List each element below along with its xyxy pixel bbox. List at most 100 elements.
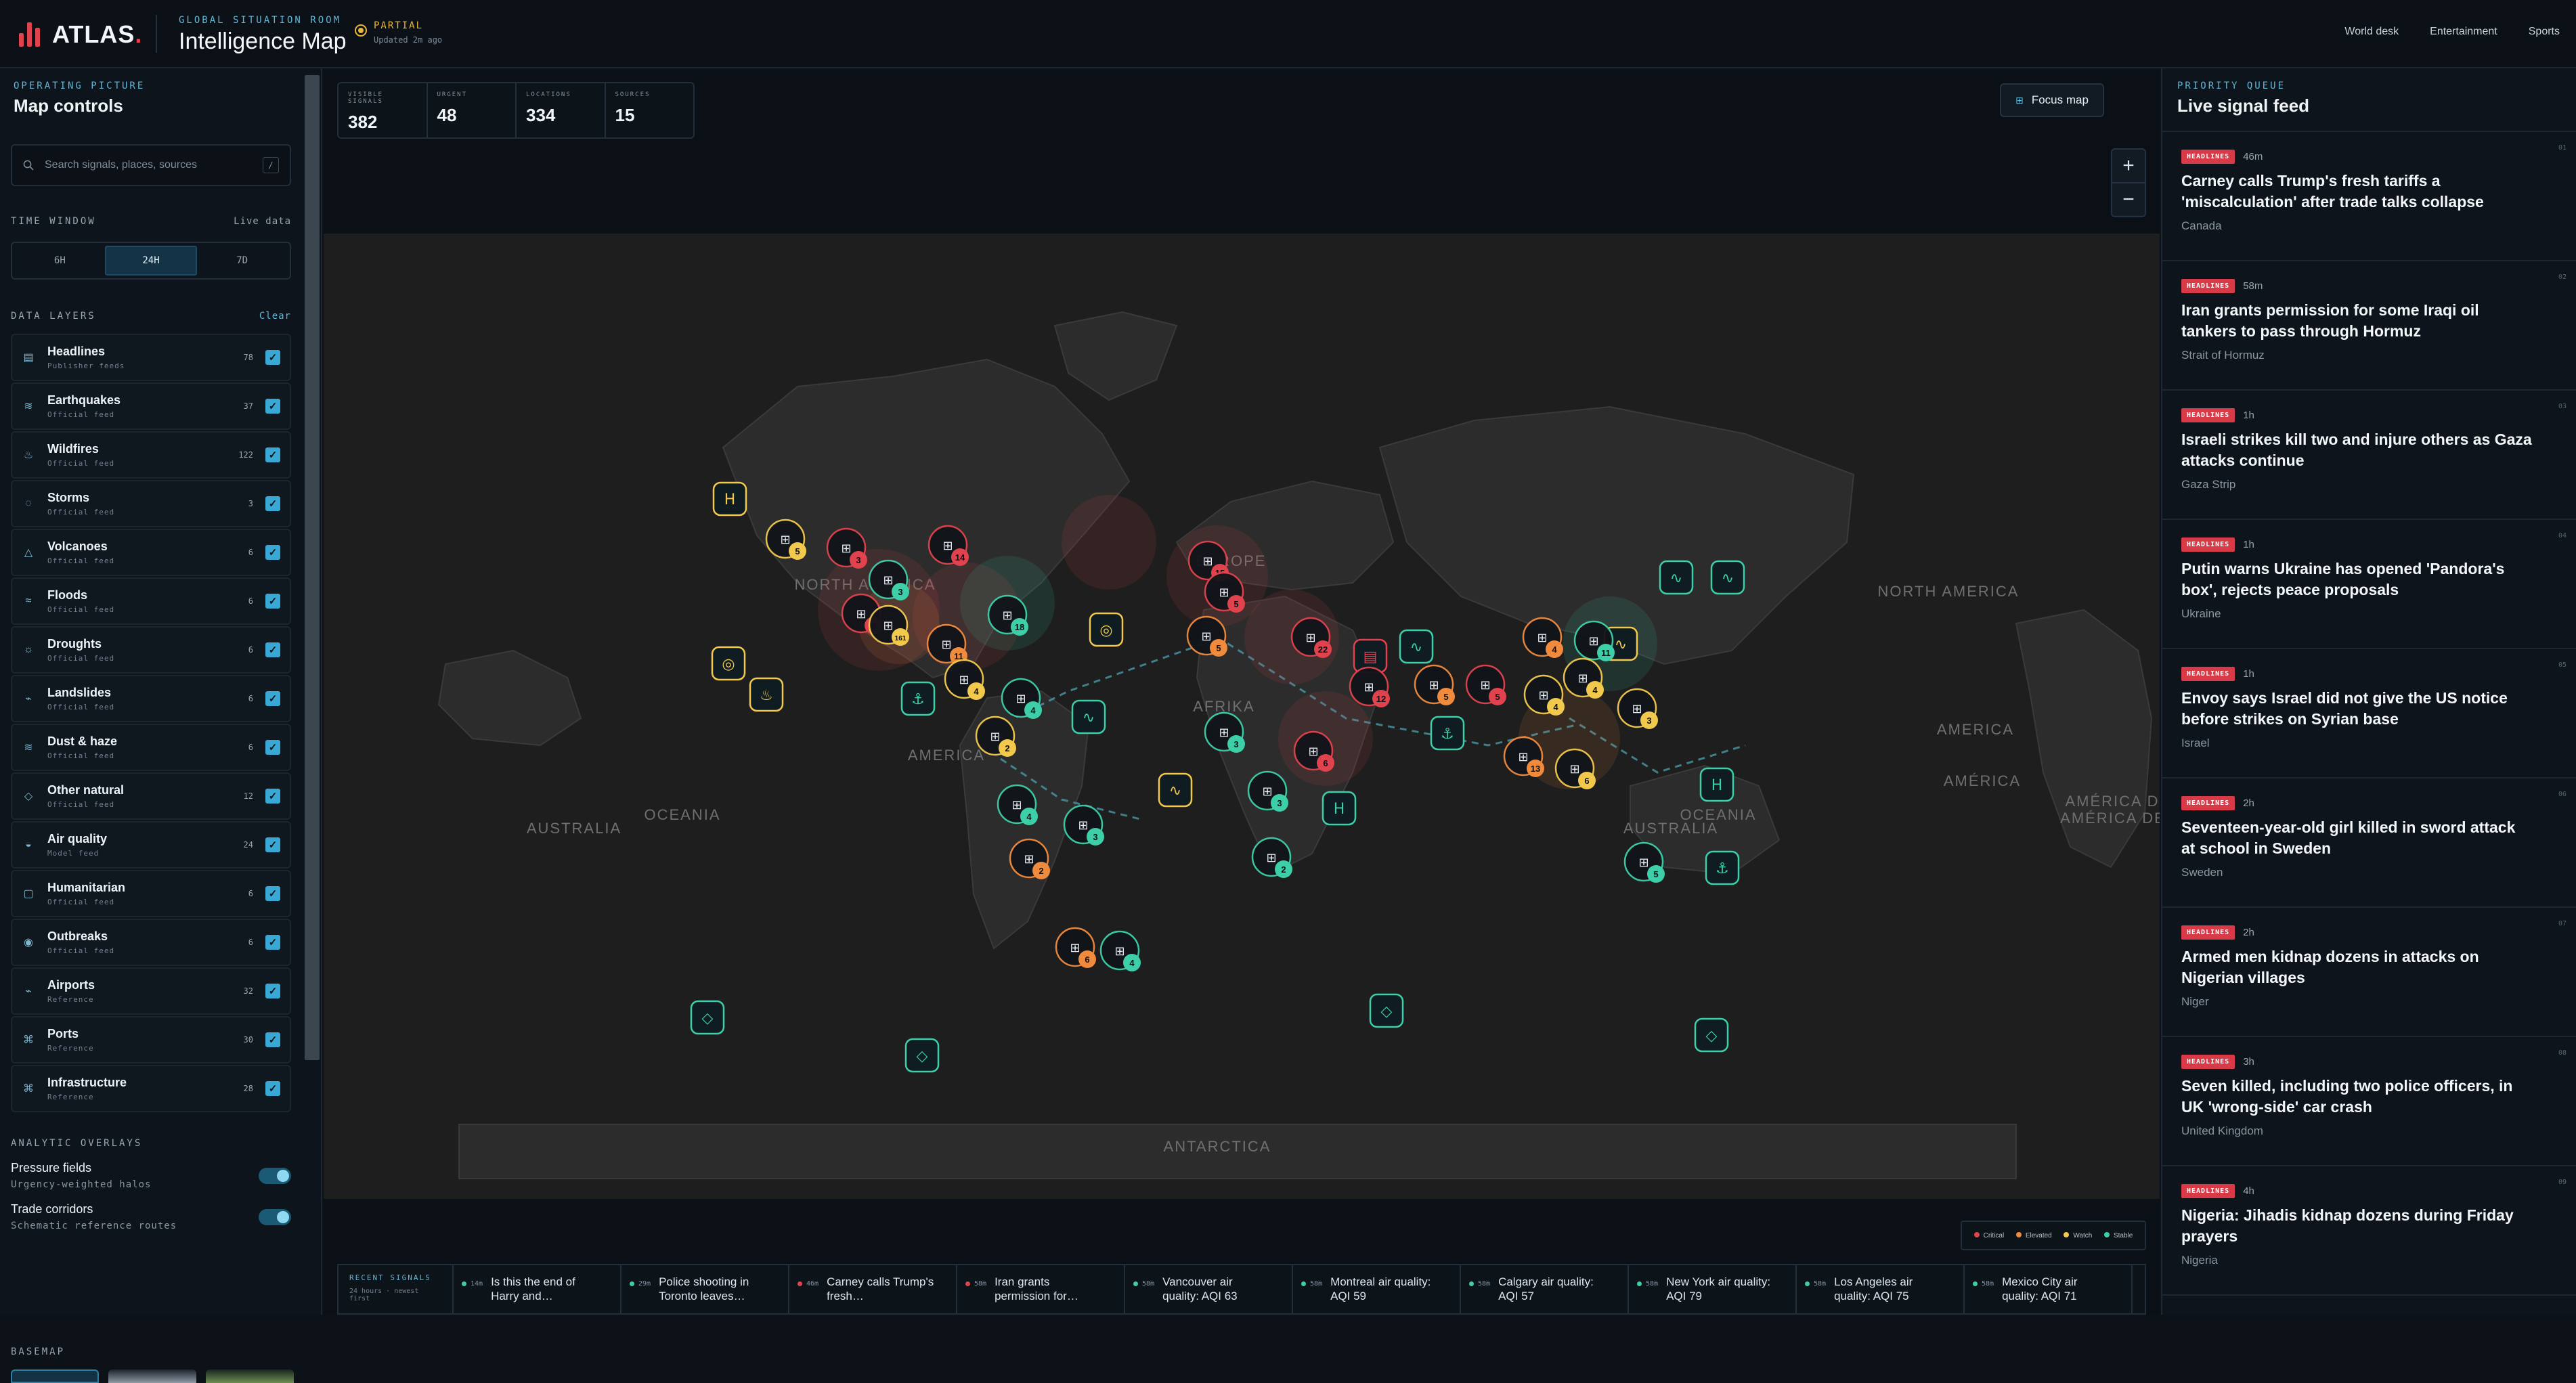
layer-checkbox[interactable]: ✓ xyxy=(265,496,280,511)
layer-row[interactable]: ▤ Headlines Publisher feeds 78 ✓ xyxy=(11,334,291,381)
pressure-fields-toggle[interactable] xyxy=(259,1167,291,1184)
layer-marker[interactable]: ⚓ xyxy=(900,681,936,716)
feed-item[interactable]: HEADLINES 1h 03 Israeli strikes kill two an… xyxy=(2162,391,2576,520)
time-option-7d[interactable]: 7D xyxy=(197,246,287,276)
clear-layers-link[interactable]: Clear xyxy=(259,311,291,322)
layer-checkbox[interactable]: ✓ xyxy=(265,545,280,560)
marker-glyph-icon: ♨ xyxy=(760,687,773,704)
feed-item[interactable]: HEADLINES 46m 01 Carney calls Trump's fresh… xyxy=(2162,132,2576,261)
layer-marker[interactable]: ♨ xyxy=(749,677,784,712)
layer-row[interactable]: ◉ Outbreaks Official feed 6 ✓ xyxy=(11,919,291,966)
world-map[interactable]: NORTH AMERICA NORTH AMERICAAUSTRALIAOCEAN… xyxy=(324,68,2160,1315)
layer-marker[interactable]: ∿ xyxy=(1710,560,1745,595)
layer-row[interactable]: ☼ Droughts Official feed 6 ✓ xyxy=(11,626,291,674)
feed-item[interactable]: HEADLINES 1h 04 Putin warns Ukraine has ope… xyxy=(2162,520,2576,649)
search-input[interactable] xyxy=(45,159,252,171)
feed-location: Niger xyxy=(2181,995,2209,1008)
ticker-item[interactable]: 58m Montreal air quality: AQI 59 xyxy=(1293,1265,1461,1313)
layer-checkbox[interactable]: ✓ xyxy=(265,642,280,657)
brand-logo[interactable]: ATLAS. xyxy=(19,20,142,49)
layer-checkbox[interactable]: ✓ xyxy=(265,594,280,609)
layer-checkbox[interactable]: ✓ xyxy=(265,1032,280,1047)
layer-marker[interactable]: H xyxy=(1322,791,1357,826)
ticker-item[interactable]: 58m Calgary air quality: AQI 57 xyxy=(1461,1265,1629,1313)
nav-sports[interactable]: Sports xyxy=(2529,26,2560,38)
time-option-6h[interactable]: 6H xyxy=(15,246,105,276)
layer-checkbox[interactable]: ✓ xyxy=(265,984,280,998)
zoom-in-button[interactable]: + xyxy=(2111,148,2146,183)
layer-checkbox[interactable]: ✓ xyxy=(265,740,280,755)
layer-checkbox[interactable]: ✓ xyxy=(265,935,280,950)
layer-row[interactable]: ◒ Air quality Model feed 24 ✓ xyxy=(11,821,291,869)
nav-entertainment[interactable]: Entertainment xyxy=(2430,26,2497,38)
ticker-item[interactable]: 58m Vancouver air quality: AQI 63 xyxy=(1125,1265,1293,1313)
ticker-item[interactable]: 29m Police shooting in Toronto leaves… xyxy=(621,1265,789,1313)
layer-row[interactable]: ⌘ Ports Reference 30 ✓ xyxy=(11,1016,291,1063)
layer-row[interactable]: ≋ Earthquakes Official feed 37 ✓ xyxy=(11,382,291,430)
feed-item[interactable]: HEADLINES 1h 05 Envoy says Israel did not g… xyxy=(2162,649,2576,778)
layer-row[interactable]: ▢ Humanitarian Official feed 6 ✓ xyxy=(11,870,291,917)
layer-marker[interactable]: ⚓ xyxy=(1705,850,1740,885)
layer-marker[interactable]: ⚓ xyxy=(1430,716,1465,751)
layer-row[interactable]: ≈ Floods Official feed 6 ✓ xyxy=(11,577,291,625)
layer-marker[interactable]: ∿ xyxy=(1399,629,1434,664)
basemap-option-dark[interactable] xyxy=(11,1369,99,1383)
basemap-option-light[interactable] xyxy=(108,1369,196,1383)
layer-row[interactable]: ⌘ Infrastructure Reference 28 ✓ xyxy=(11,1065,291,1112)
ticker-item[interactable]: 58m Iran grants permission for… xyxy=(957,1265,1125,1313)
ticker-age: 29m xyxy=(638,1280,651,1288)
layer-checkbox[interactable]: ✓ xyxy=(265,691,280,706)
map-area[interactable]: NORTH AMERICA NORTH AMERICA AUSTRALIA OCEAN… xyxy=(324,68,2160,1315)
layer-row[interactable]: ≋ Dust & haze Official feed 6 ✓ xyxy=(11,724,291,771)
basemap-option-satellite[interactable] xyxy=(206,1369,294,1383)
layer-marker[interactable]: H xyxy=(712,481,747,517)
feed-item[interactable]: HEADLINES 3h 08 Seven killed, including two… xyxy=(2162,1037,2576,1166)
time-option-24h[interactable]: 24H xyxy=(104,246,198,276)
layer-row[interactable]: ◇ Other natural Official feed 12 ✓ xyxy=(11,772,291,820)
ticker-item[interactable]: 58m New York air quality: AQI 79 xyxy=(1629,1265,1797,1313)
category-badge: HEADLINES xyxy=(2181,408,2235,422)
severity-dot-icon xyxy=(630,1281,634,1286)
layer-checkbox[interactable]: ✓ xyxy=(265,447,280,462)
layer-row[interactable]: ⌁ Airports Reference 32 ✓ xyxy=(11,967,291,1015)
ticker-age: 58m xyxy=(1478,1280,1491,1288)
feed-item[interactable]: HEADLINES 4h 09 Nigeria: Jihadis kidnap doz… xyxy=(2162,1166,2576,1296)
zoom-out-button[interactable]: − xyxy=(2111,182,2146,217)
feed-item[interactable]: HEADLINES 2h 06 Seventeen-year-old girl kil… xyxy=(2162,778,2576,908)
feed-item[interactable]: HEADLINES 2h 07 Armed men kidnap dozens in … xyxy=(2162,908,2576,1037)
layer-marker[interactable]: ◎ xyxy=(1089,612,1124,647)
layer-count: 6 xyxy=(248,645,253,655)
layer-marker[interactable]: ∿ xyxy=(1659,560,1694,595)
layer-checkbox[interactable]: ✓ xyxy=(265,886,280,901)
layer-row[interactable]: ⌁ Landslides Official feed 6 ✓ xyxy=(11,675,291,722)
layer-marker[interactable]: ◇ xyxy=(1369,993,1404,1028)
ticker-item[interactable]: 58m Los Angeles air quality: AQI 75 xyxy=(1797,1265,1965,1313)
severity-dot-icon xyxy=(1973,1281,1978,1286)
nav-world-desk[interactable]: World desk xyxy=(2344,26,2399,38)
layer-checkbox[interactable]: ✓ xyxy=(265,399,280,414)
layer-marker[interactable]: H xyxy=(1699,767,1734,802)
layer-marker[interactable]: ◇ xyxy=(690,1000,725,1035)
layer-checkbox[interactable]: ✓ xyxy=(265,350,280,365)
layer-marker[interactable]: ∿ xyxy=(1158,772,1193,808)
layer-checkbox[interactable]: ✓ xyxy=(265,1081,280,1096)
layer-marker[interactable]: ∿ xyxy=(1071,699,1106,734)
sidebar-scrollbar[interactable] xyxy=(305,75,320,1060)
trade-corridors-toggle[interactable] xyxy=(259,1208,291,1225)
ticker-item[interactable]: 46m Carney calls Trump's fresh… xyxy=(789,1265,957,1313)
ticker-item[interactable]: 58m Mexico City air quality: AQI 71 xyxy=(1965,1265,2133,1313)
feed-item[interactable]: HEADLINES 58m 02 Iran grants permission for… xyxy=(2162,261,2576,391)
focus-map-button[interactable]: ⊞ Focus map xyxy=(2000,83,2104,117)
layer-checkbox[interactable]: ✓ xyxy=(265,837,280,852)
layer-row[interactable]: ♨ Wildfires Official feed 122 ✓ xyxy=(11,431,291,479)
ticker-item[interactable]: 14m Is this the end of Harry and… xyxy=(454,1265,621,1313)
layer-row[interactable]: ◌ Storms Official feed 3 ✓ xyxy=(11,480,291,527)
layer-marker[interactable]: ◎ xyxy=(711,646,746,681)
layer-marker[interactable]: ◇ xyxy=(1694,1017,1729,1053)
layer-checkbox[interactable]: ✓ xyxy=(265,789,280,804)
cluster-grid-icon: ⊞ xyxy=(1114,944,1125,959)
layer-marker[interactable]: ◇ xyxy=(904,1038,940,1073)
feed-rank: 01 xyxy=(2558,144,2567,152)
layer-row[interactable]: △ Volcanoes Official feed 6 ✓ xyxy=(11,529,291,576)
layer-source: Official feed xyxy=(47,703,115,711)
